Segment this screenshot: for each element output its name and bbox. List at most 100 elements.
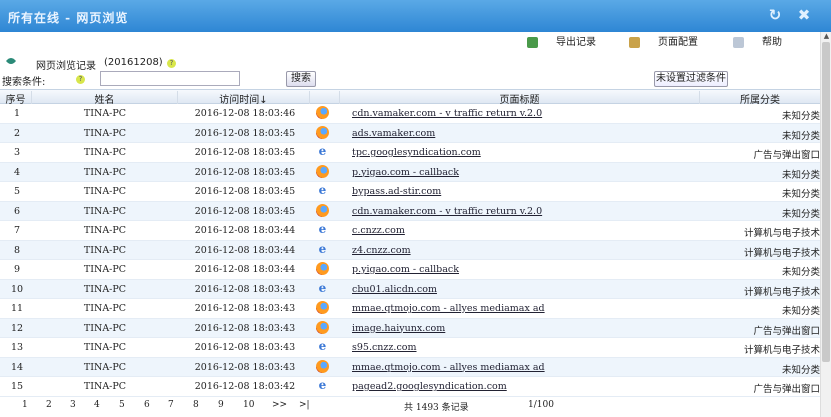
page-link[interactable]: 4 <box>94 400 100 410</box>
row-title-link[interactable]: tpc.googlesyndication.com <box>352 147 692 158</box>
scroll-up-icon[interactable]: ▲ <box>822 32 831 42</box>
ie-icon: e <box>318 339 327 353</box>
search-bar: 搜索条件: ? 搜索 未设置过滤条件 <box>0 70 820 88</box>
toolbar: 导出记录 页面配置 帮助 <box>0 32 831 54</box>
row-time: 2016-12-08 18:03:45 <box>194 127 296 139</box>
table-header: 序号 姓名 访问时间↓ 页面标题 所属分类 <box>0 89 820 106</box>
page-link[interactable]: 2 <box>46 400 52 410</box>
scroll-thumb[interactable] <box>822 42 830 362</box>
row-title-link[interactable]: image.haiyunx.com <box>352 323 692 334</box>
table-row[interactable]: 7 TINA-PC 2016-12-08 18:03:44 c.cnzz.com 计算机… <box>0 221 820 241</box>
row-name: TINA-PC <box>83 186 127 197</box>
page-link[interactable]: 3 <box>70 400 76 410</box>
row-title-link[interactable]: p.yigao.com - callback <box>352 167 692 178</box>
page-link[interactable]: >| <box>299 400 310 410</box>
table-row[interactable]: 15 TINA-PC 2016-12-08 18:03:42 pagead2.goog… <box>0 377 820 397</box>
row-number: 15 <box>10 381 24 392</box>
row-title-link[interactable]: z4.cnzz.com <box>352 245 692 256</box>
search-help-icon[interactable]: ? <box>76 75 85 84</box>
row-time: 2016-12-08 18:03:45 <box>194 147 296 158</box>
page-link[interactable]: 10 <box>243 400 254 410</box>
row-title-link[interactable]: cdn.vamaker.com - v traffic return v.2.0 <box>352 206 692 217</box>
row-time: 2016-12-08 18:03:45 <box>194 166 296 178</box>
row-category: 广告与弹出窗口 <box>753 384 820 395</box>
row-number: 9 <box>13 264 21 275</box>
row-category: 计算机与电子技术 <box>743 345 820 356</box>
row-name: TINA-PC <box>83 303 127 314</box>
search-input[interactable] <box>100 71 240 86</box>
search-label: 搜索条件: <box>2 77 46 88</box>
row-number: 13 <box>10 342 24 353</box>
row-category: 未知分类 <box>781 208 820 220</box>
row-title-link[interactable]: mmae.qtmojo.com - allyes mediamax ad <box>352 303 692 314</box>
page-link[interactable]: 6 <box>144 400 150 410</box>
page-link[interactable]: 5 <box>119 400 125 410</box>
row-title-link[interactable]: mmae.qtmojo.com - allyes mediamax ad <box>352 362 692 373</box>
window-titlebar: 所有在线 - 网页浏览 ↻ ✖ <box>0 0 831 32</box>
table-row[interactable]: 1 TINA-PC 2016-12-08 18:03:46 cdn.vamaker.c… <box>0 104 820 124</box>
row-title-link[interactable]: s95.cnzz.com <box>352 342 692 353</box>
row-title-link[interactable]: c.cnzz.com <box>352 225 692 236</box>
help-label: 帮助 <box>762 37 782 48</box>
page-link[interactable]: 8 <box>193 400 199 410</box>
export-button[interactable]: 导出记录 <box>527 36 596 50</box>
page-link[interactable]: 1 <box>22 400 28 410</box>
row-title-link[interactable]: cdn.vamaker.com - v traffic return v.2.0 <box>352 108 692 119</box>
row-number: 3 <box>13 147 21 158</box>
table-row[interactable]: 4 TINA-PC 2016-12-08 18:03:45 p.yigao.com -… <box>0 162 820 182</box>
export-icon <box>527 36 538 48</box>
table-row[interactable]: 6 TINA-PC 2016-12-08 18:03:45 cdn.vamaker.c… <box>0 201 820 221</box>
page-link[interactable]: >> <box>272 400 287 410</box>
total-records: 共 1493 条记录 <box>404 403 469 413</box>
row-name: TINA-PC <box>83 244 127 256</box>
row-category: 计算机与电子技术 <box>743 247 820 259</box>
row-number: 7 <box>13 225 21 236</box>
row-category: 未知分类 <box>781 169 820 181</box>
page-link[interactable]: 9 <box>218 400 224 410</box>
page-info: 1/100 <box>528 400 554 410</box>
table-row[interactable]: 14 TINA-PC 2016-12-08 18:03:43 mmae.qtmojo.… <box>0 357 820 377</box>
row-title-link[interactable]: bypass.ad-stir.com <box>352 186 692 197</box>
table-row[interactable]: 12 TINA-PC 2016-12-08 18:03:43 image.haiyun… <box>0 318 820 338</box>
row-title-link[interactable]: pagead2.googlesyndication.com <box>352 381 692 392</box>
refresh-icon[interactable]: ↻ <box>767 7 783 23</box>
col-title[interactable]: 页面标题 <box>340 91 700 106</box>
col-category[interactable]: 所属分类 <box>700 91 820 106</box>
col-browser[interactable] <box>310 91 340 104</box>
table-row[interactable]: 3 TINA-PC 2016-12-08 18:03:45 tpc.googlesyn… <box>0 143 820 163</box>
page-link[interactable]: 7 <box>168 400 174 410</box>
help-button[interactable]: 帮助 <box>733 36 782 50</box>
col-time[interactable]: 访问时间↓ <box>178 91 310 106</box>
help-doc-icon <box>733 36 744 48</box>
row-title-link[interactable]: p.yigao.com - callback <box>352 264 692 275</box>
table-row[interactable]: 13 TINA-PC 2016-12-08 18:03:43 s95.cnzz.com… <box>0 338 820 358</box>
table-row[interactable]: 8 TINA-PC 2016-12-08 18:03:44 z4.cnzz.com 计算… <box>0 240 820 260</box>
row-category: 计算机与电子技术 <box>743 228 820 239</box>
table-row[interactable]: 9 TINA-PC 2016-12-08 18:03:44 p.yigao.com -… <box>0 260 820 280</box>
table-row[interactable]: 2 TINA-PC 2016-12-08 18:03:45 ads.vamaker.c… <box>0 123 820 143</box>
firefox-icon <box>316 320 332 337</box>
col-no[interactable]: 序号 <box>0 91 32 106</box>
table-row[interactable]: 11 TINA-PC 2016-12-08 18:03:43 mmae.qtmojo.… <box>0 299 820 319</box>
row-title-link[interactable]: ads.vamaker.com <box>352 128 692 139</box>
vertical-scrollbar[interactable]: ▲ <box>820 32 831 417</box>
filter-button[interactable]: 未设置过滤条件 <box>654 71 728 87</box>
row-name: TINA-PC <box>83 361 127 373</box>
row-time: 2016-12-08 18:03:45 <box>194 186 296 197</box>
close-icon[interactable]: ✖ <box>796 7 812 23</box>
row-name: TINA-PC <box>83 264 127 275</box>
table-body: 1 TINA-PC 2016-12-08 18:03:46 cdn.vamaker.c… <box>0 104 820 397</box>
row-category: 未知分类 <box>781 111 820 122</box>
page-config-button[interactable]: 页面配置 <box>629 36 698 50</box>
firefox-icon <box>316 106 332 122</box>
table-row[interactable]: 5 TINA-PC 2016-12-08 18:03:45 bypass.ad-sti… <box>0 182 820 202</box>
search-button[interactable]: 搜索 <box>286 71 316 87</box>
row-name: TINA-PC <box>83 322 127 334</box>
row-category: 计算机与电子技术 <box>743 286 820 298</box>
col-name[interactable]: 姓名 <box>32 91 178 106</box>
firefox-icon <box>316 262 332 278</box>
help-icon[interactable]: ? <box>167 59 176 68</box>
row-title-link[interactable]: cbu01.alicdn.com <box>352 284 692 295</box>
table-row[interactable]: 10 TINA-PC 2016-12-08 18:03:43 cbu01.alicdn… <box>0 279 820 299</box>
row-time: 2016-12-08 18:03:46 <box>194 108 296 119</box>
